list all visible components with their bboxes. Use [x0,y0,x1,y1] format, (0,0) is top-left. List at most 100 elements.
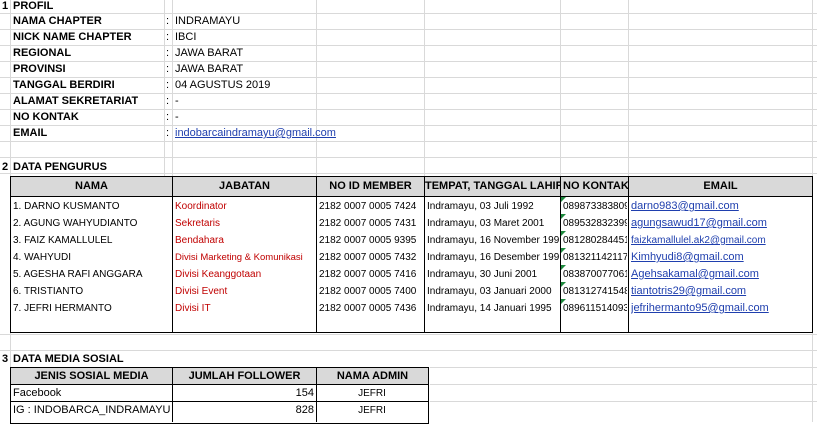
profil-colon: : [166,111,170,123]
column-header-jenis[interactable]: JENIS SOSIAL MEDIA [10,367,173,385]
cell-jabatan[interactable]: Divisi Event [175,285,315,298]
cell-kontak[interactable]: 081312741548 [563,285,627,298]
profil-label: TANGGAL BERDIRI [13,79,115,91]
profil-colon: : [166,47,170,59]
column-header-admin[interactable]: NAMA ADMIN [316,367,429,385]
row-divider [10,401,429,402]
cell-jabatan[interactable]: Bendahara [175,234,315,247]
cell-id[interactable]: 2182 0007 0005 7416 [319,268,423,281]
cell-nama[interactable]: 2. AGUNG WAHYUDIANTO [13,217,171,230]
profil-label: EMAIL [13,127,48,139]
cell-kontak[interactable]: 089873383809 [563,200,627,213]
cell-kontak[interactable]: 081321142117 [563,251,627,264]
cell-id[interactable]: 2182 0007 0005 7432 [319,251,423,264]
section-title: PROFIL [13,0,54,12]
cell-email[interactable]: Agehsakamal@gmail.com [631,268,811,281]
column-divider [172,196,173,333]
cell-kontak[interactable]: 089532832399 [563,217,627,230]
profil-value[interactable]: 04 AGUSTUS 2019 [175,79,270,92]
cell-jabatan[interactable]: Divisi Marketing & Komunikasi [175,251,315,264]
email-link[interactable]: indobarcaindramayu@gmail.com [175,127,336,140]
cell-nama[interactable]: 7. JEFRI HERMANTO [13,302,171,315]
cell-jenis[interactable]: IG : INDOBARCA_INDRAMAYU [13,404,171,417]
section-number: 2 [2,161,9,173]
section-number: 3 [2,353,9,365]
profil-value[interactable]: - [175,95,179,108]
cell-email[interactable]: tiantotris29@gmail.com [631,285,811,298]
cell-jabatan[interactable]: Divisi Keanggotaan [175,268,315,281]
cell-nama[interactable]: 3. FAIZ KAMALLULEL [13,234,171,247]
profil-value[interactable]: IBCI [175,31,196,44]
profil-value[interactable]: - [175,111,179,124]
cell-email[interactable]: darno983@gmail.com [631,200,811,213]
cell-indicator-icon [561,197,566,202]
cell-kontak[interactable]: 083870077061 [563,268,627,281]
cell-jabatan[interactable]: Sekretaris [175,217,315,230]
profil-label: REGIONAL [13,47,72,59]
column-header-kontak[interactable]: NO KONTAK [560,176,629,197]
column-divider [316,384,317,422]
cell-ttl[interactable]: Indramayu, 03 Juli 1992 [427,200,559,213]
cell-nama[interactable]: 4. WAHYUDI [13,251,171,264]
cell-id[interactable]: 2182 0007 0005 7424 [319,200,423,213]
profil-colon: : [166,31,170,43]
profil-label: NO KONTAK [13,111,79,123]
cell-indicator-icon [561,231,566,236]
profil-label: PROVINSI [13,63,66,75]
column-header-id[interactable]: NO ID MEMBER [316,176,425,197]
cell-jenis[interactable]: Facebook [13,387,171,400]
cell-id[interactable]: 2182 0007 0005 7431 [319,217,423,230]
cell-ttl[interactable]: Indramayu, 03 Januari 2000 [427,285,559,298]
column-header-email[interactable]: EMAIL [628,176,813,197]
cell-ttl[interactable]: Indramayu, 03 Maret 2001 [427,217,559,230]
profil-value[interactable]: JAWA BARAT [175,47,243,60]
cell-jabatan[interactable]: Koordinator [175,200,315,213]
profil-value[interactable]: JAWA BARAT [175,63,243,76]
cell-ttl[interactable]: Indramayu, 16 November 1999 [427,234,559,247]
column-divider [628,196,629,333]
cell-indicator-icon [561,282,566,287]
cell-ttl[interactable]: Indramayu, 16 Desember 1999 [427,251,559,264]
cell-email[interactable]: jefrihermanto95@gmail.com [631,302,811,315]
cell-kontak[interactable]: 081280284451 [563,234,627,247]
cell-id[interactable]: 2182 0007 0005 7400 [319,285,423,298]
section-number: 1 [2,0,9,12]
cell-indicator-icon [561,265,566,270]
cell-nama[interactable]: 6. TRISTIANTO [13,285,171,298]
profil-value[interactable]: INDRAMAYU [175,15,240,28]
cell-follower[interactable]: 828 [174,404,314,417]
cell-email[interactable]: faizkamallulel.ak2@gmail.com [631,234,811,247]
section-title: DATA MEDIA SOSIAL [13,353,124,365]
column-divider [316,196,317,333]
cell-admin[interactable]: JEFRI [318,404,426,417]
cell-ttl[interactable]: Indramayu, 14 Januari 1995 [427,302,559,315]
column-divider [172,384,173,422]
cell-indicator-icon [561,248,566,253]
cell-indicator-icon [561,214,566,219]
profil-colon: : [166,63,170,75]
column-header-jabatan[interactable]: JABATAN [172,176,317,197]
column-header-follower[interactable]: JUMLAH FOLLOWER [172,367,317,385]
cell-jabatan[interactable]: Divisi IT [175,302,315,315]
section-title: DATA PENGURUS [13,161,107,173]
column-header-nama[interactable]: NAMA [10,176,173,197]
cell-nama[interactable]: 5. AGESHA RAFI ANGGARA [13,268,171,281]
profil-colon: : [166,15,170,27]
column-divider [424,196,425,333]
cell-kontak[interactable]: 089611514093 [563,302,627,315]
profil-label: ALAMAT SEKRETARIAT [13,95,139,107]
cell-follower[interactable]: 154 [174,387,314,400]
cell-email[interactable]: Kimhyudi8@gmail.com [631,251,811,264]
cell-ttl[interactable]: Indramayu, 30 Juni 2001 [427,268,559,281]
profil-label: NAMA CHAPTER [13,15,102,27]
cell-admin[interactable]: JEFRI [318,387,426,400]
column-header-ttl[interactable]: TEMPAT, TANGGAL LAHIR [424,176,561,197]
profil-colon: : [166,127,170,139]
profil-colon: : [166,95,170,107]
cell-id[interactable]: 2182 0007 0005 9395 [319,234,423,247]
profil-label: NICK NAME CHAPTER [13,31,132,43]
cell-nama[interactable]: 1. DARNO KUSMANTO [13,200,171,213]
cell-indicator-icon [561,299,566,304]
cell-id[interactable]: 2182 0007 0005 7436 [319,302,423,315]
cell-email[interactable]: agungsawud17@gmail.com [631,217,811,230]
